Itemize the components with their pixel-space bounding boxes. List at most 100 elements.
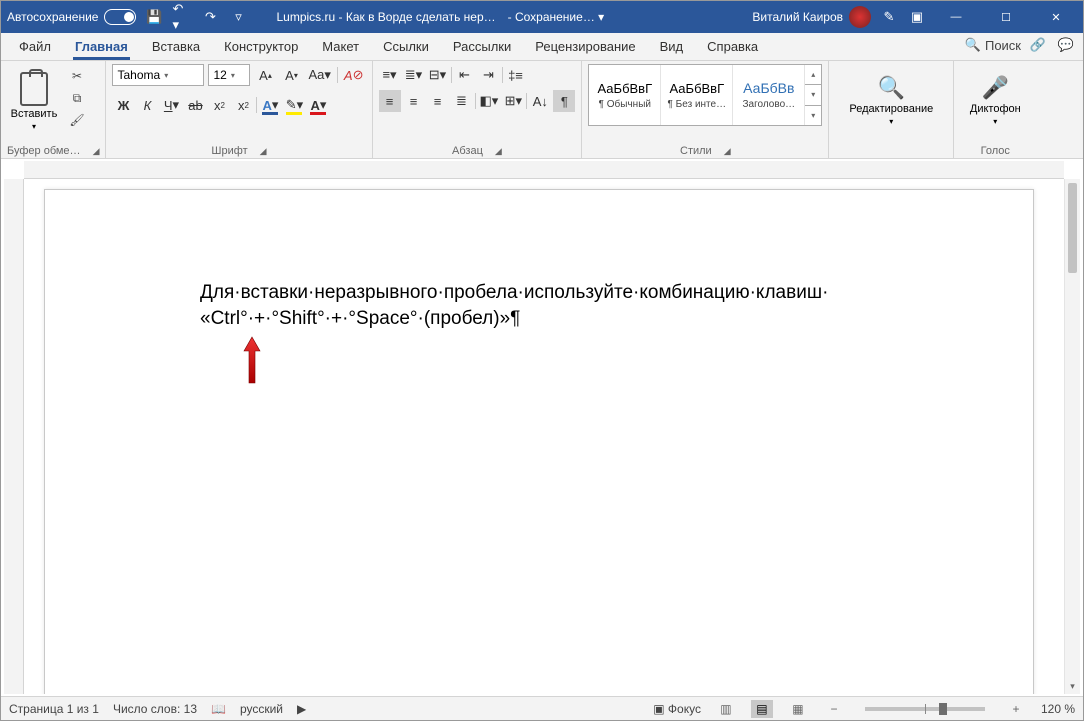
clear-formatting-button[interactable]: A⊘: [342, 64, 366, 86]
shrink-font-button[interactable]: A▾: [280, 64, 302, 86]
align-center-button[interactable]: ≡: [403, 90, 425, 112]
mic-icon: 🎤: [982, 75, 1009, 101]
sort-button[interactable]: A↓: [529, 90, 551, 112]
multilevel-button[interactable]: ⊟▾: [427, 64, 449, 86]
user-account[interactable]: Виталий Каиров: [752, 6, 871, 28]
align-right-button[interactable]: ≡: [427, 90, 449, 112]
justify-button[interactable]: ≣: [451, 90, 473, 112]
tab-layout[interactable]: Макет: [310, 35, 371, 60]
horizontal-ruler[interactable]: [24, 161, 1064, 179]
language-indicator[interactable]: русский: [240, 702, 283, 716]
ribbon-display-icon[interactable]: ▣: [907, 7, 927, 27]
autosave-toggle[interactable]: Автосохранение: [7, 9, 136, 25]
align-left-button[interactable]: ≡: [379, 90, 401, 112]
font-size-combo[interactable]: 12▾: [208, 64, 250, 86]
saving-status[interactable]: - Сохранение… ▾: [508, 10, 605, 24]
tab-help[interactable]: Справка: [695, 35, 770, 60]
word-count[interactable]: Число слов: 13: [113, 702, 197, 716]
zoom-level[interactable]: 120 %: [1041, 702, 1075, 716]
subscript-button[interactable]: x2: [208, 94, 230, 116]
qat-more-icon[interactable]: ▿: [228, 7, 248, 27]
vertical-scrollbar[interactable]: ▴ ▾: [1064, 179, 1080, 694]
find-icon: 🔍: [878, 75, 905, 101]
comments-button[interactable]: 💬: [1055, 34, 1077, 56]
cut-button[interactable]: ✂: [67, 66, 87, 86]
macro-icon[interactable]: ▶: [297, 702, 306, 716]
maximize-button[interactable]: ☐: [985, 1, 1027, 33]
document-text[interactable]: Для·вставки·неразрывного·пробела·использ…: [200, 280, 880, 332]
zoom-in-button[interactable]: +: [1005, 700, 1027, 718]
scroll-thumb[interactable]: [1068, 183, 1077, 273]
print-layout-button[interactable]: ▤: [751, 700, 773, 718]
share-button[interactable]: 🔗: [1027, 34, 1049, 56]
text-effects-button[interactable]: A▾: [259, 94, 281, 116]
underline-button[interactable]: Ч▾: [160, 94, 182, 116]
style-no-spacing[interactable]: АаБбВвГ¶ Без инте…: [661, 65, 733, 125]
style-heading1[interactable]: АаБбВвЗаголово…: [733, 65, 805, 125]
status-bar: Страница 1 из 1 Число слов: 13 📖 русский…: [1, 696, 1083, 720]
change-case-button[interactable]: Aa▾: [306, 64, 332, 86]
scroll-down-icon[interactable]: ▾: [1065, 678, 1080, 694]
show-marks-button[interactable]: ¶: [553, 90, 575, 112]
page[interactable]: Для·вставки·неразрывного·пробела·использ…: [44, 189, 1034, 694]
styles-dialog-icon[interactable]: ◢: [724, 146, 731, 157]
italic-button[interactable]: К: [136, 94, 158, 116]
strike-button[interactable]: ab: [184, 94, 206, 116]
para-dialog-icon[interactable]: ◢: [495, 146, 502, 157]
copy-button[interactable]: ⧉: [67, 88, 87, 108]
read-mode-button[interactable]: ▥: [715, 700, 737, 718]
decrease-indent-button[interactable]: ⇤: [454, 64, 476, 86]
tab-design[interactable]: Конструктор: [212, 35, 310, 60]
style-normal[interactable]: АаБбВвГ¶ Обычный: [589, 65, 661, 125]
numbering-button[interactable]: ≣▾: [403, 64, 425, 86]
format-painter-button[interactable]: 🖌: [67, 110, 87, 130]
web-layout-button[interactable]: ▦: [787, 700, 809, 718]
highlight-button[interactable]: ✎▾: [283, 94, 305, 116]
vertical-ruler[interactable]: [4, 179, 24, 694]
clipboard-dialog-icon[interactable]: ◢: [93, 146, 100, 157]
grow-font-button[interactable]: A▴: [254, 64, 276, 86]
paste-button[interactable]: Вставить ▾: [7, 64, 61, 136]
zoom-slider[interactable]: [865, 707, 985, 711]
tab-home[interactable]: Главная: [63, 35, 140, 60]
close-button[interactable]: ✕: [1035, 1, 1077, 33]
font-dialog-icon[interactable]: ◢: [260, 146, 267, 157]
search-icon: 🔍: [965, 37, 981, 53]
group-clipboard: Вставить ▾ ✂ ⧉ 🖌 Буфер обме… ◢: [1, 61, 106, 158]
editing-button[interactable]: 🔍 Редактирование ▾: [835, 64, 947, 136]
bullets-button[interactable]: ≡▾: [379, 64, 401, 86]
tab-insert[interactable]: Вставка: [140, 35, 212, 60]
font-color-button[interactable]: A▾: [307, 94, 329, 116]
increase-indent-button[interactable]: ⇥: [478, 64, 500, 86]
tab-references[interactable]: Ссылки: [371, 35, 441, 60]
tab-mailings[interactable]: Рассылки: [441, 35, 523, 60]
bold-button[interactable]: Ж: [112, 94, 134, 116]
group-styles: АаБбВвГ¶ Обычный АаБбВвГ¶ Без инте… АаБб…: [582, 61, 829, 158]
styles-group-label: Стили: [680, 145, 712, 157]
zoom-out-button[interactable]: −: [823, 700, 845, 718]
line-spacing-button[interactable]: ‡≡: [505, 64, 527, 86]
clipboard-icon: [20, 72, 48, 106]
tab-review[interactable]: Рецензирование: [523, 35, 647, 60]
styles-gallery[interactable]: АаБбВвГ¶ Обычный АаБбВвГ¶ Без инте… АаБб…: [588, 64, 822, 126]
tab-file[interactable]: Файл: [7, 35, 63, 60]
dictate-button[interactable]: 🎤 Диктофон ▾: [960, 64, 1030, 136]
shading-button[interactable]: ◧▾: [478, 90, 501, 112]
minimize-button[interactable]: ―: [935, 1, 977, 33]
undo-icon[interactable]: ↶ ▾: [172, 7, 192, 27]
editing-label: Редактирование: [849, 103, 933, 115]
font-name-combo[interactable]: Tahoma▾: [112, 64, 204, 86]
superscript-button[interactable]: x2: [232, 94, 254, 116]
spell-check-icon[interactable]: 📖: [211, 702, 226, 716]
save-icon[interactable]: 💾: [144, 7, 164, 27]
focus-mode[interactable]: ▣ Фокус: [653, 702, 701, 716]
borders-button[interactable]: ⊞▾: [502, 90, 524, 112]
clipboard-group-label: Буфер обме…: [7, 145, 81, 157]
page-indicator[interactable]: Страница 1 из 1: [9, 702, 99, 716]
redo-icon[interactable]: ↷: [200, 7, 220, 27]
search-box[interactable]: 🔍Поиск: [965, 37, 1021, 53]
styles-scroll[interactable]: ▴▾▾: [805, 65, 821, 125]
text-line-2: «Ctrl°·+·°Shift°·+·°Space°·(пробел)»¶: [200, 308, 520, 329]
drawing-tools-icon[interactable]: ✎: [879, 7, 899, 27]
tab-view[interactable]: Вид: [648, 35, 696, 60]
